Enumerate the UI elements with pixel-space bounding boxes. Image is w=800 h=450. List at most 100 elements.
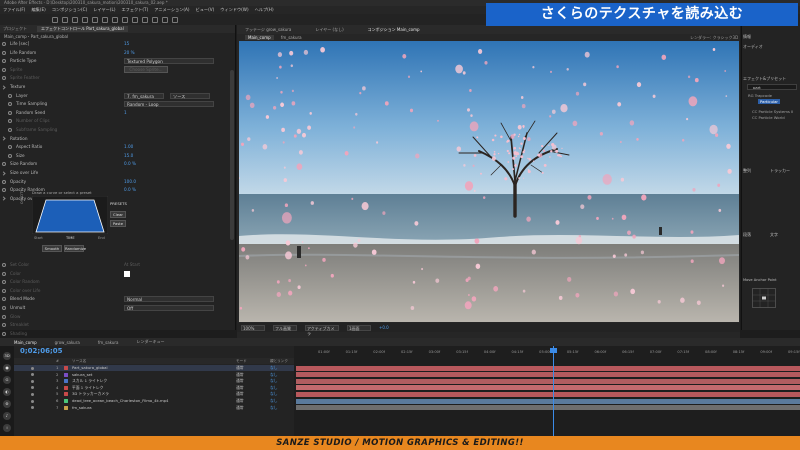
stopwatch-icon[interactable] bbox=[2, 263, 6, 267]
align-label[interactable]: 整列 bbox=[743, 168, 751, 174]
menu-item-4[interactable]: エフェクト(T) bbox=[121, 7, 148, 13]
property-dropdown[interactable]: Textured Polygon bbox=[124, 58, 214, 65]
layer-parent[interactable]: なし bbox=[270, 405, 278, 411]
exposure-value[interactable]: +0.0 bbox=[379, 325, 389, 330]
property-row[interactable]: Life Random 20 % bbox=[0, 49, 232, 57]
effect-item-particular[interactable]: Particular bbox=[758, 99, 780, 104]
property-value[interactable]: 0.0 % bbox=[124, 160, 136, 168]
brush-tool-icon[interactable] bbox=[142, 16, 148, 23]
property-row[interactable]: Texture bbox=[0, 83, 232, 91]
property-value[interactable]: 15.0 bbox=[124, 152, 133, 160]
layer-parent[interactable]: なし bbox=[270, 391, 278, 397]
property-row[interactable]: Rotation bbox=[0, 135, 232, 143]
menu-item-0[interactable]: ファイル(F) bbox=[3, 7, 25, 13]
layer-duration-bar[interactable] bbox=[296, 378, 800, 384]
hand-tool-icon[interactable] bbox=[62, 16, 68, 23]
curve-presets-label[interactable]: PRESETS bbox=[110, 201, 127, 206]
property-row[interactable]: Unmult Off bbox=[0, 304, 232, 312]
property-row[interactable]: Life [sec] 15 bbox=[0, 40, 232, 48]
resolution-dropdown[interactable]: フル画質 bbox=[273, 324, 297, 331]
property-row[interactable]: Random Seed 1 bbox=[0, 109, 232, 117]
twirl-chevron-icon[interactable] bbox=[1, 84, 6, 90]
tab-fm-sakura[interactable]: fm_sakura bbox=[98, 340, 119, 345]
audio-label[interactable]: オーディオ bbox=[743, 44, 763, 50]
layer-name[interactable]: dead_tree_ocean_beach_Charleston_Filmo_4… bbox=[72, 398, 192, 404]
twirl-chevron-icon[interactable] bbox=[1, 196, 6, 201]
curve-randomize-button[interactable]: Randomize bbox=[64, 245, 86, 252]
tab-footage[interactable]: フッテージ grow_sakura bbox=[245, 27, 291, 33]
layer-name[interactable]: Part_sakura_global bbox=[72, 365, 192, 371]
curve-paste-button[interactable]: Paste bbox=[110, 220, 126, 227]
layer-row[interactable]: 4 平面 1 ライトレク 通常 なし bbox=[14, 385, 294, 391]
layer-mode[interactable]: 通常 bbox=[236, 405, 244, 411]
property-value[interactable]: 1 bbox=[124, 109, 127, 117]
stopwatch-icon[interactable] bbox=[2, 271, 6, 276]
layer-row[interactable]: 6 dead_tree_ocean_beach_Charleston_Filmo_… bbox=[14, 398, 294, 404]
property-row[interactable]: Sprite Choose Sprite... bbox=[0, 66, 232, 74]
effect-controls-scrollbar[interactable] bbox=[230, 70, 234, 240]
layer-row[interactable]: 2 sakura_set 通常 なし bbox=[14, 372, 294, 378]
layer-name[interactable]: fm_sakura bbox=[72, 405, 192, 411]
layer-row[interactable]: 1 Part_sakura_global 通常 なし bbox=[14, 365, 294, 371]
stopwatch-icon[interactable] bbox=[2, 76, 6, 81]
stopwatch-icon[interactable] bbox=[2, 306, 6, 310]
layer-parent[interactable]: なし bbox=[270, 398, 278, 404]
stopwatch-icon[interactable] bbox=[8, 110, 12, 115]
layer-parent[interactable]: なし bbox=[270, 365, 278, 371]
layer-label-color[interactable] bbox=[64, 392, 68, 397]
curve-clear-button[interactable]: Clear bbox=[110, 211, 126, 218]
pen-tool-icon[interactable] bbox=[122, 16, 128, 23]
property-dropdown[interactable]: Random - Loop bbox=[124, 101, 214, 108]
playhead-handle[interactable] bbox=[550, 348, 558, 353]
character-label[interactable]: 文字 bbox=[770, 232, 778, 238]
layer-mode[interactable]: 通常 bbox=[236, 398, 244, 404]
tab-effect-controls[interactable]: エフェクトコントロール Part_sakura_global bbox=[37, 26, 128, 32]
views-dropdown[interactable]: 1画面 bbox=[347, 324, 371, 331]
stopwatch-icon[interactable] bbox=[8, 102, 12, 107]
anchor-point-grid[interactable] bbox=[752, 288, 776, 308]
zoom-dropdown[interactable]: 100% bbox=[241, 324, 265, 331]
twirl-chevron-icon[interactable] bbox=[1, 136, 6, 141]
effect-item-cc-particle-world[interactable]: CC Particle World bbox=[752, 115, 785, 120]
pan-behind-tool-icon[interactable] bbox=[102, 16, 108, 23]
camera-dropdown[interactable]: アクティブカメラ bbox=[305, 324, 339, 336]
property-row[interactable]: Particle Type Textured Polygon bbox=[0, 57, 232, 65]
menu-item-3[interactable]: レイヤー(L) bbox=[93, 7, 115, 13]
property-row[interactable]: Opacity 100.0 bbox=[0, 178, 232, 186]
layer-duration-bar[interactable] bbox=[296, 372, 800, 378]
property-dropdown[interactable]: 7. fm_sakura bbox=[124, 92, 164, 99]
layer-parent[interactable]: なし bbox=[270, 372, 278, 378]
shape-tool-icon[interactable] bbox=[112, 16, 118, 23]
stopwatch-icon[interactable] bbox=[2, 297, 6, 302]
timeline-track-area[interactable] bbox=[294, 346, 800, 436]
visibility-eye-icon[interactable] bbox=[31, 399, 34, 403]
layer-label-color[interactable] bbox=[64, 385, 68, 390]
3d-icon[interactable]: 3D bbox=[3, 352, 11, 360]
tab-main-comp[interactable]: Main_comp bbox=[14, 340, 37, 345]
property-row[interactable]: Sprite Feather bbox=[0, 74, 232, 82]
property-dropdown[interactable]: Off bbox=[124, 305, 214, 311]
playhead-line[interactable] bbox=[553, 346, 555, 436]
choose-sprite-button[interactable]: Choose Sprite... bbox=[124, 66, 168, 74]
stopwatch-icon[interactable] bbox=[8, 93, 12, 98]
layer-name[interactable]: スカル 1 ライトレク bbox=[72, 378, 192, 384]
layer-name[interactable]: sakura_set bbox=[72, 372, 192, 378]
stopwatch-icon[interactable] bbox=[2, 67, 6, 72]
property-row[interactable]: Size over Life bbox=[0, 169, 232, 177]
curve-smooth-button[interactable]: Smooth bbox=[42, 245, 62, 252]
visibility-eye-icon[interactable] bbox=[31, 406, 34, 410]
stopwatch-icon[interactable] bbox=[2, 331, 6, 336]
property-row[interactable]: Time Sampling Random - Loop bbox=[0, 100, 232, 108]
layer-parent[interactable]: なし bbox=[270, 378, 278, 384]
property-row[interactable]: Subframe Sampling bbox=[0, 126, 232, 134]
property-row[interactable]: Aspect Ratio 1.00 bbox=[0, 143, 232, 151]
layer-duration-bar[interactable] bbox=[296, 398, 800, 404]
stopwatch-icon[interactable] bbox=[2, 42, 6, 46]
puppet-tool-icon[interactable] bbox=[172, 16, 178, 23]
effect-item-cc-particle-systems[interactable]: CC Particle Systems II bbox=[752, 109, 793, 114]
property-row[interactable]: Number of Clips bbox=[0, 117, 232, 125]
camera-tool-icon[interactable] bbox=[92, 16, 98, 23]
stopwatch-icon[interactable] bbox=[2, 323, 6, 328]
layer-row[interactable]: 7 fm_sakura 通常 なし bbox=[14, 405, 294, 411]
info-label[interactable]: 情報 bbox=[743, 34, 751, 40]
